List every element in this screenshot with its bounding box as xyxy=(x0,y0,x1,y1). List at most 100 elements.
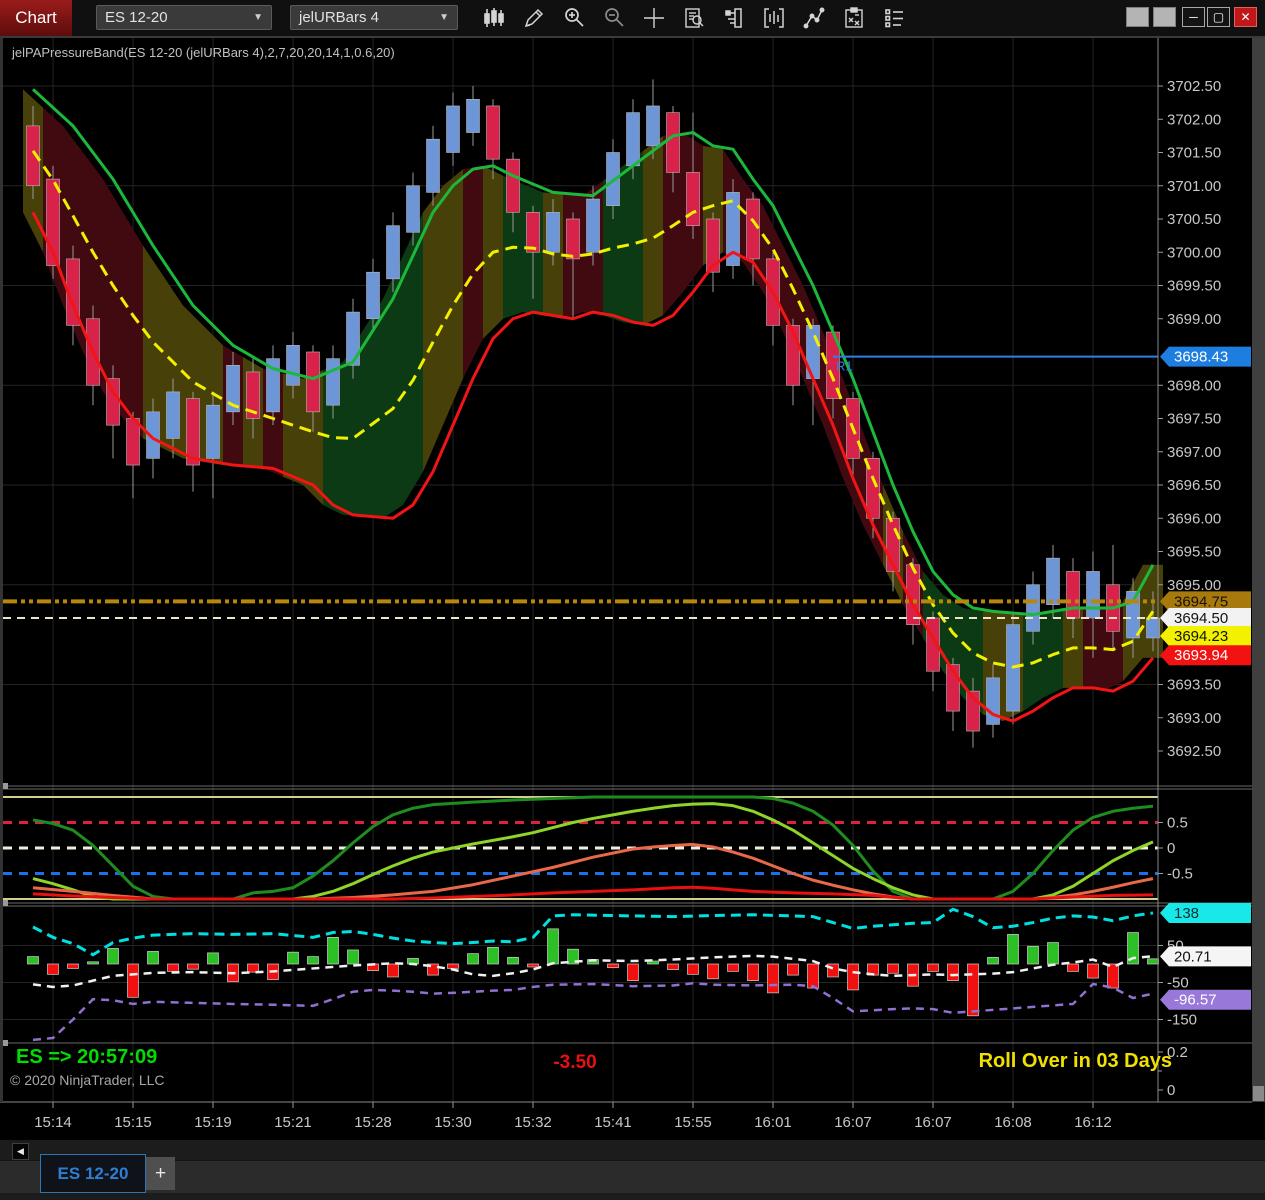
price-tick-label: 3700.00 xyxy=(1167,244,1221,261)
panel3-histogram-bar xyxy=(47,963,59,975)
panel3-histogram-bar xyxy=(347,949,359,965)
time-tick-label: 15:55 xyxy=(674,1114,712,1131)
price-tick-label: 3692.50 xyxy=(1167,743,1221,760)
pressure-band-fill xyxy=(643,135,663,326)
panel3-histogram-bar xyxy=(767,963,779,994)
panel3-histogram-bar xyxy=(1047,942,1059,965)
panel3-histogram-bar xyxy=(1087,963,1099,979)
time-tick-label: 16:08 xyxy=(994,1114,1032,1131)
candle-body xyxy=(206,404,220,459)
tab-es-12-20[interactable]: ES 12-20 xyxy=(40,1154,146,1193)
panel2-tick-label: 0 xyxy=(1167,840,1175,857)
candle-body xyxy=(666,112,680,173)
panel3-histogram-bar xyxy=(927,963,939,972)
panel3-histogram-bar xyxy=(1027,945,1039,965)
price-tick-label: 3702.00 xyxy=(1167,111,1221,128)
change-overlay: -3.50 xyxy=(553,1052,597,1073)
candle-body xyxy=(166,391,180,439)
panel3-histogram-bar xyxy=(707,963,719,980)
candle-body xyxy=(406,185,420,233)
panel3-histogram-bar xyxy=(67,963,79,969)
price-tag-text: 3694.23 xyxy=(1174,628,1228,645)
panel3-histogram-bar xyxy=(167,963,179,972)
panel3-histogram-bar xyxy=(1007,934,1019,965)
price-tick-label: 3697.50 xyxy=(1167,411,1221,428)
r1-label: R1 xyxy=(836,359,853,374)
panel3-histogram-bar xyxy=(307,956,319,965)
candle-body xyxy=(566,218,580,260)
add-tab-button[interactable]: + xyxy=(146,1157,175,1190)
panel3-histogram-bar xyxy=(467,953,479,965)
panel3-histogram-bar xyxy=(287,951,299,965)
candle-body xyxy=(286,345,300,386)
panel3-histogram-bar xyxy=(987,956,999,965)
vertical-scrollbar[interactable] xyxy=(1252,38,1265,1102)
time-tick-label: 15:32 xyxy=(514,1114,552,1131)
price-tick-label: 3699.50 xyxy=(1167,278,1221,295)
panel3-histogram-bar xyxy=(327,937,339,965)
copyright-overlay: © 2020 NinjaTrader, LLC xyxy=(10,1072,165,1088)
panel2-tick-label: 0.5 xyxy=(1167,815,1188,832)
vertical-scrollbar-thumb[interactable] xyxy=(1253,1086,1264,1101)
candle-body xyxy=(1026,584,1040,632)
panel3-histogram-bar xyxy=(967,963,979,1017)
instrument-time-overlay: ES => 20:57:09 xyxy=(16,1046,158,1068)
time-tick-label: 16:12 xyxy=(1074,1114,1112,1131)
panel4-tick-label: 0 xyxy=(1167,1082,1175,1099)
price-tick-label: 3695.00 xyxy=(1167,577,1221,594)
left-window-edge xyxy=(0,38,3,1102)
panel3-histogram-bar xyxy=(667,963,679,970)
price-tick-label: 3693.00 xyxy=(1167,710,1221,727)
time-tick-label: 15:19 xyxy=(194,1114,232,1131)
panel3-tag-text: 138 xyxy=(1174,905,1199,922)
panel3-histogram-bar xyxy=(887,963,899,974)
panel2-tick-label: -0.5 xyxy=(1167,866,1193,883)
panel3-tick-label: -150 xyxy=(1167,1012,1197,1029)
candle-body xyxy=(446,105,460,153)
panel3-histogram-bar xyxy=(187,963,199,970)
time-tick-label: 16:07 xyxy=(834,1114,872,1131)
price-tick-label: 3698.00 xyxy=(1167,377,1221,394)
price-tick-label: 3696.50 xyxy=(1167,477,1221,494)
price-tag-text: 3694.50 xyxy=(1174,610,1228,627)
price-tick-label: 3700.50 xyxy=(1167,211,1221,228)
candle-body xyxy=(686,172,700,226)
panel3-histogram-bar xyxy=(147,951,159,965)
chart-window: Chart ES 12-20 ▼ jelURBars 4 ▼ ─ ▢ ✕ R1 … xyxy=(0,0,1265,1200)
indicator-label: jelPAPressureBand(ES 12-20 (jelURBars 4)… xyxy=(12,45,395,60)
panel3-histogram-bar xyxy=(387,963,399,978)
candle-body xyxy=(466,99,480,133)
time-tick-label: 15:30 xyxy=(434,1114,472,1131)
candle-body xyxy=(366,271,380,320)
candle-body xyxy=(326,358,340,406)
panel3-histogram-bar xyxy=(547,928,559,965)
panel3-histogram-bar xyxy=(27,956,39,965)
candle-body xyxy=(506,158,520,213)
panel3-histogram-bar xyxy=(207,952,219,965)
tab-scroll-left-button[interactable]: ◀ xyxy=(12,1143,29,1160)
time-tick-label: 15:21 xyxy=(274,1114,312,1131)
panel3-histogram-bar xyxy=(487,946,499,965)
price-tick-label: 3695.50 xyxy=(1167,544,1221,561)
price-tick-label: 3701.00 xyxy=(1167,178,1221,195)
candle-body xyxy=(646,105,660,147)
candle-body xyxy=(626,112,640,167)
panel3-histogram-bar xyxy=(1067,963,1079,972)
price-tick-label: 3699.00 xyxy=(1167,311,1221,328)
panel3-tag-text: 20.71 xyxy=(1174,948,1212,965)
rollover-overlay: Roll Over in 03 Days xyxy=(978,1050,1172,1072)
panel3-histogram-bar xyxy=(747,963,759,981)
price-tag-text: 3693.94 xyxy=(1174,647,1228,664)
candle-body xyxy=(386,225,400,280)
panel3-histogram-bar xyxy=(507,956,519,965)
candle-body xyxy=(1066,571,1080,619)
price-tick-label: 3693.50 xyxy=(1167,677,1221,694)
price-tick-label: 3701.50 xyxy=(1167,145,1221,162)
time-tick-label: 15:28 xyxy=(354,1114,392,1131)
candle-body xyxy=(306,351,320,413)
candle-body xyxy=(426,138,440,193)
panel3-histogram-bar xyxy=(687,963,699,975)
panel3-histogram-bar xyxy=(947,963,959,981)
price-tick-label: 3697.00 xyxy=(1167,444,1221,461)
chart-canvas[interactable]: R1 3702.50 3702.00 3701.50 3701.00 3700.50 370… xyxy=(0,0,1265,1140)
